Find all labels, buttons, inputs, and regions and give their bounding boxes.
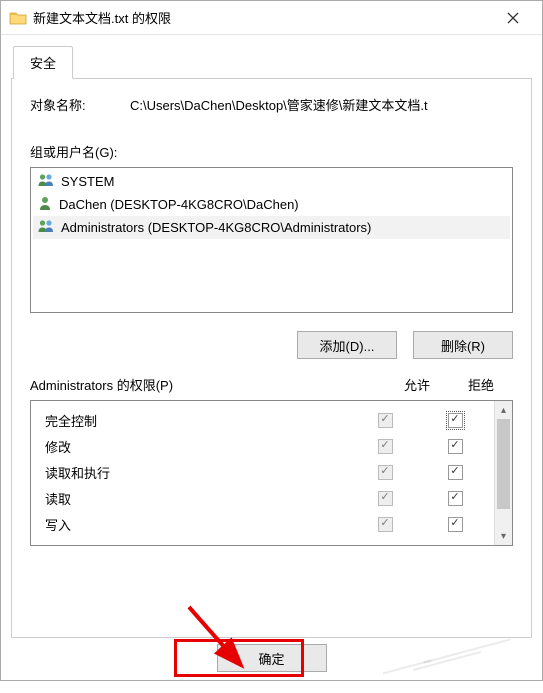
permission-name: 读取和执行 bbox=[45, 463, 350, 482]
groups-listbox[interactable]: SYSTEM DaChen (DESKTOP-4KG8CRO\DaChen) Adm… bbox=[30, 167, 513, 313]
folder-icon bbox=[9, 9, 27, 27]
allow-checkbox[interactable] bbox=[378, 439, 393, 454]
permission-row: 修改 bbox=[45, 433, 490, 459]
list-item[interactable]: SYSTEM bbox=[33, 170, 510, 193]
col-deny-header: 拒绝 bbox=[449, 375, 513, 394]
allow-checkbox[interactable] bbox=[378, 413, 393, 428]
user-icon bbox=[37, 195, 53, 214]
allow-checkbox[interactable] bbox=[378, 491, 393, 506]
allow-cell bbox=[350, 413, 420, 428]
list-item-label: SYSTEM bbox=[61, 174, 114, 189]
permission-row: 完全控制 bbox=[45, 407, 490, 433]
list-item[interactable]: DaChen (DESKTOP-4KG8CRO\DaChen) bbox=[33, 193, 510, 216]
window-frame: 新建文本文档.txt 的权限 安全 对象名称: C:\Users\DaChen\… bbox=[0, 0, 543, 681]
deny-cell bbox=[420, 439, 490, 454]
group-icon bbox=[37, 172, 55, 191]
scrollbar[interactable]: ▴ ▾ bbox=[494, 401, 512, 545]
allow-cell bbox=[350, 517, 420, 532]
deny-checkbox[interactable] bbox=[448, 491, 463, 506]
deny-cell bbox=[420, 517, 490, 532]
list-item[interactable]: Administrators (DESKTOP-4KG8CRO\Administ… bbox=[33, 216, 510, 239]
deny-checkbox[interactable] bbox=[448, 465, 463, 480]
deny-cell bbox=[420, 491, 490, 506]
allow-cell bbox=[350, 465, 420, 480]
list-item-label: DaChen (DESKTOP-4KG8CRO\DaChen) bbox=[59, 197, 299, 212]
permission-row: 写入 bbox=[45, 511, 490, 537]
permission-row: 读取和执行 bbox=[45, 459, 490, 485]
allow-cell bbox=[350, 439, 420, 454]
deny-cell bbox=[420, 413, 490, 428]
tab-security[interactable]: 安全 bbox=[13, 46, 73, 79]
permissions-listbox: 完全控制修改读取和执行读取写入 ▴ ▾ bbox=[30, 400, 513, 546]
deny-checkbox[interactable] bbox=[448, 517, 463, 532]
scroll-thumb[interactable] bbox=[497, 419, 510, 509]
list-item-label: Administrators (DESKTOP-4KG8CRO\Administ… bbox=[61, 220, 371, 235]
allow-cell bbox=[350, 491, 420, 506]
permission-name: 修改 bbox=[45, 437, 350, 456]
allow-checkbox[interactable] bbox=[378, 517, 393, 532]
permission-name: 写入 bbox=[45, 515, 350, 534]
window-title: 新建文本文档.txt 的权限 bbox=[33, 8, 492, 27]
allow-checkbox[interactable] bbox=[378, 465, 393, 480]
permission-name: 完全控制 bbox=[45, 411, 350, 430]
titlebar: 新建文本文档.txt 的权限 bbox=[1, 1, 542, 35]
remove-button[interactable]: 删除(R) bbox=[413, 331, 513, 359]
deny-cell bbox=[420, 465, 490, 480]
deny-checkbox[interactable] bbox=[448, 439, 463, 454]
close-button[interactable] bbox=[492, 4, 534, 32]
add-button[interactable]: 添加(D)... bbox=[297, 331, 397, 359]
permissions-label: Administrators 的权限(P) bbox=[30, 375, 385, 394]
scroll-down-arrow[interactable]: ▾ bbox=[495, 527, 512, 545]
group-icon bbox=[37, 218, 55, 237]
groups-label: 组或用户名(G): bbox=[30, 142, 513, 161]
permission-row: 读取 bbox=[45, 485, 490, 511]
scroll-up-arrow[interactable]: ▴ bbox=[495, 401, 512, 419]
object-name-label: 对象名称: bbox=[30, 95, 130, 114]
tab-panel: 对象名称: C:\Users\DaChen\Desktop\管家速修\新建文本文… bbox=[11, 78, 532, 638]
ok-button[interactable]: 确定 bbox=[217, 644, 327, 672]
permission-name: 读取 bbox=[45, 489, 350, 508]
deny-checkbox[interactable] bbox=[448, 413, 463, 428]
content-area: 安全 对象名称: C:\Users\DaChen\Desktop\管家速修\新建… bbox=[1, 35, 542, 680]
col-allow-header: 允许 bbox=[385, 375, 449, 394]
tab-header: 安全 bbox=[11, 45, 532, 78]
object-name-value: C:\Users\DaChen\Desktop\管家速修\新建文本文档.t bbox=[130, 95, 513, 114]
